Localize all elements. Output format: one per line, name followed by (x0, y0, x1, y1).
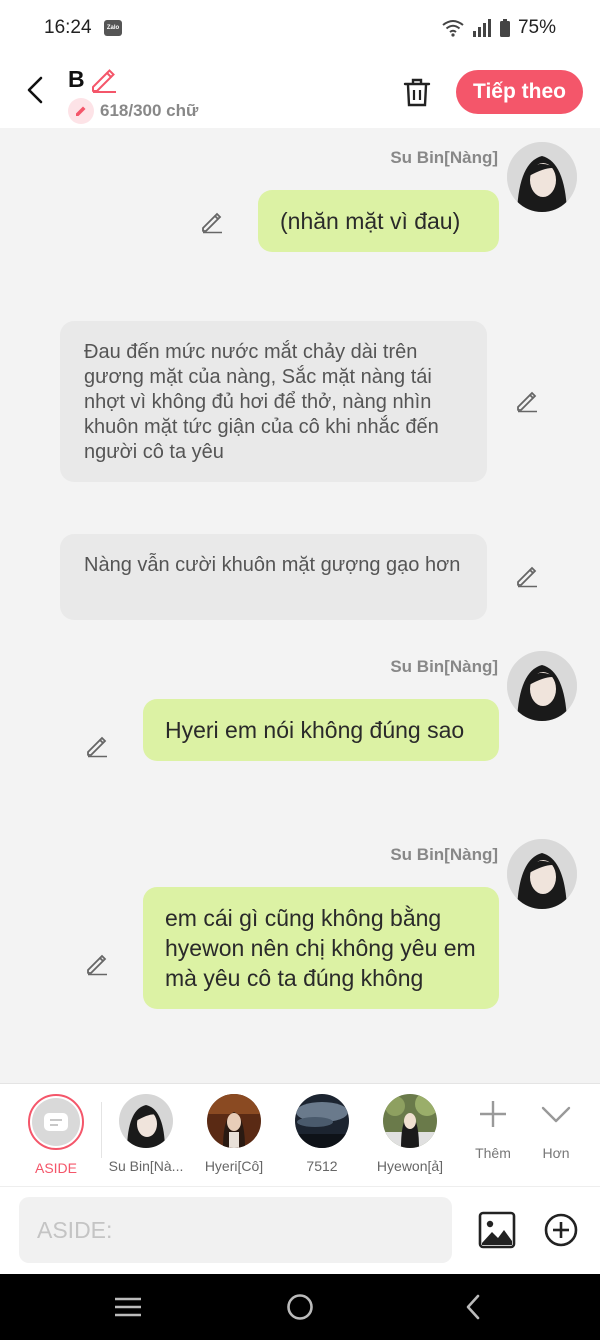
character-label: Su Bin[Nà... (108, 1158, 184, 1174)
avatar[interactable] (507, 839, 577, 909)
system-back-button[interactable] (458, 1292, 488, 1322)
sender-name: Su Bin[Nàng] (390, 845, 498, 864)
trash-icon (403, 78, 431, 107)
message-bubble[interactable]: Hyeri em nói không đúng sao (143, 699, 499, 761)
status-time: 16:24 (44, 17, 92, 38)
character-label: 7512 (306, 1158, 338, 1174)
avatar (119, 1094, 173, 1148)
edit-message-icon[interactable] (514, 563, 540, 589)
pencil-icon (68, 98, 94, 124)
story-title-row[interactable]: B (68, 66, 117, 93)
message-bubble[interactable]: em cái gì cũng không bằng hyewon nên chị… (143, 887, 499, 1009)
zalo-notification-icon: Zalo (104, 20, 122, 36)
avatar (383, 1094, 437, 1148)
system-nav-bar (0, 1274, 600, 1340)
edit-message-icon[interactable] (84, 733, 110, 759)
character-label: Hyeri[Cô] (204, 1158, 264, 1174)
avatar (295, 1094, 349, 1148)
battery-icon (499, 19, 510, 37)
battery-percent: 75% (517, 17, 556, 38)
input-bar (0, 1186, 600, 1274)
story-title: B (68, 66, 85, 92)
next-button[interactable]: Tiếp theo (456, 70, 583, 114)
status-bar: 16:24 Zalo 75% (0, 0, 600, 56)
divider (101, 1102, 102, 1158)
character-aside[interactable]: ASIDE (13, 1094, 99, 1176)
narration-icon (44, 1113, 68, 1131)
narration-bubble[interactable]: Nàng vẫn cười khuôn mặt gượng gạo hơn (60, 534, 487, 620)
status-indicators: 75% (442, 17, 556, 39)
edit-message-icon[interactable] (514, 388, 540, 414)
edit-title-icon[interactable] (89, 67, 117, 93)
edit-message-icon[interactable] (84, 951, 110, 977)
sender-name: Su Bin[Nàng] (390, 148, 498, 167)
recent-apps-button[interactable] (113, 1292, 143, 1322)
character-subin[interactable]: Su Bin[Nà... (103, 1094, 189, 1174)
narration-bubble[interactable]: Đau đến mức nước mắt chảy dài trên gương… (60, 321, 487, 482)
character-hyeri[interactable]: Hyeri[Cô] (191, 1094, 277, 1174)
wifi-icon (442, 20, 464, 37)
character-selector: ASIDE Su Bin[Nà... Hyeri[Cô] 7512 Hyewon… (0, 1083, 600, 1186)
aside-avatar (28, 1094, 84, 1150)
add-label: Thêm (475, 1145, 511, 1161)
chat-area[interactable]: Su Bin[Nàng] (nhăn mặt vì đau) Đau đến m… (0, 128, 600, 1083)
more-button[interactable]: Hơn (526, 1098, 586, 1161)
top-bar: B 618/300 chữ Tiếp theo (0, 56, 600, 128)
character-label: Hyewon[ả] (376, 1158, 444, 1174)
character-hyewon[interactable]: Hyewon[ả] (367, 1094, 453, 1174)
menu-icon (115, 1297, 141, 1317)
avatar (207, 1094, 261, 1148)
avatar[interactable] (507, 142, 577, 212)
more-label: Hơn (542, 1145, 570, 1161)
sender-name: Su Bin[Nàng] (390, 657, 498, 676)
plus-icon (480, 1101, 506, 1127)
word-count-text: 618/300 chữ (100, 101, 199, 120)
signal-icon (472, 19, 491, 37)
add-character-button[interactable]: Thêm (463, 1098, 523, 1161)
edit-message-icon[interactable] (199, 209, 225, 235)
character-label: ASIDE (34, 1160, 77, 1176)
word-count: 618/300 chữ (68, 98, 198, 124)
home-button[interactable] (285, 1292, 315, 1322)
character-7512[interactable]: 7512 (279, 1094, 365, 1174)
chevron-down-icon (541, 1106, 571, 1123)
image-icon[interactable] (478, 1211, 516, 1249)
add-circle-icon[interactable] (544, 1213, 578, 1247)
message-bubble[interactable]: (nhăn mặt vì đau) (258, 190, 499, 252)
home-circle-icon (287, 1294, 313, 1320)
chevron-left-icon (466, 1294, 480, 1320)
back-button[interactable] (18, 70, 52, 110)
avatar[interactable] (507, 651, 577, 721)
delete-button[interactable] (398, 72, 436, 112)
chevron-left-icon (27, 76, 43, 104)
message-input[interactable] (19, 1197, 452, 1263)
